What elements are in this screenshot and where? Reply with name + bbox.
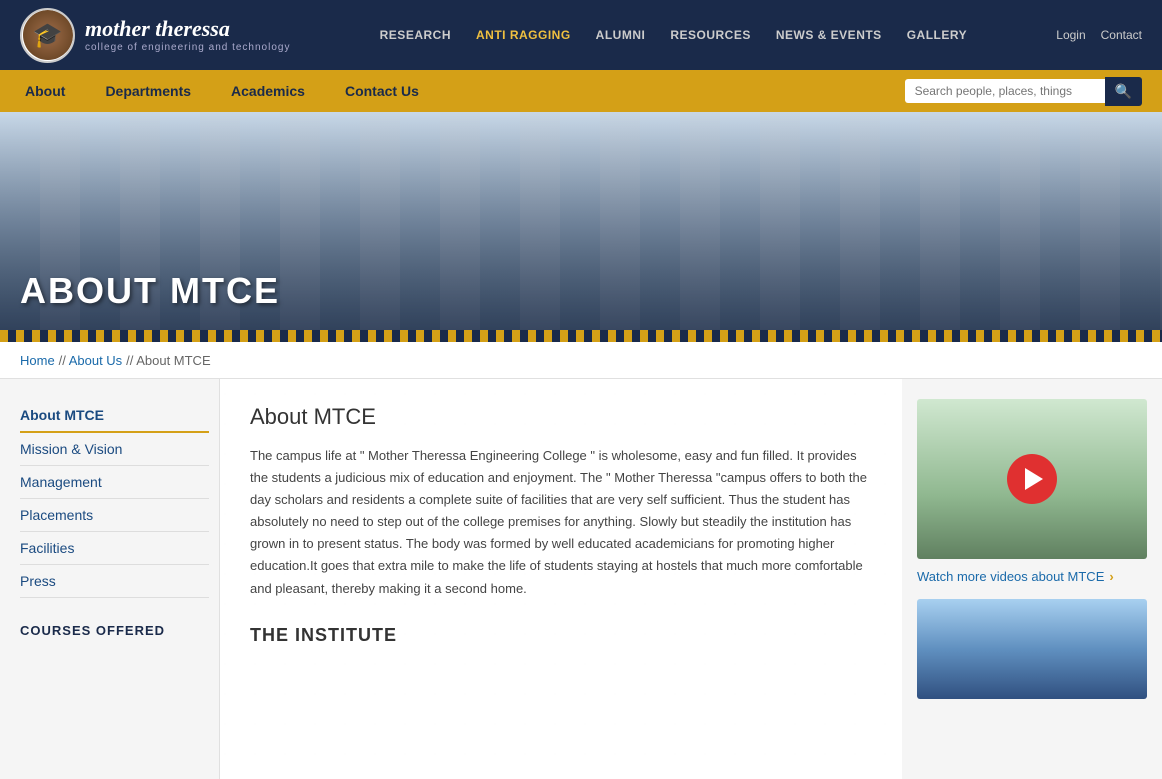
- breadcrumb: Home // About Us // About MTCE: [0, 342, 1162, 379]
- sidebar-item-placements[interactable]: Placements: [20, 499, 209, 532]
- secondary-image: [917, 599, 1147, 699]
- mainnav-about[interactable]: About: [20, 73, 70, 109]
- sidebar-item-press[interactable]: Press: [20, 565, 209, 598]
- sidebar-link-mission[interactable]: Mission & Vision: [20, 433, 209, 466]
- main-nav-links: About Departments Academics Contact Us: [20, 73, 424, 109]
- sidebar-link-about-mtce[interactable]: About MTCE: [20, 399, 209, 433]
- nav-news-events[interactable]: NEWS & EVENTS: [776, 28, 882, 42]
- breadcrumb-sep1: //: [59, 353, 69, 368]
- sidebar-menu: About MTCE Mission & Vision Management P…: [20, 399, 209, 598]
- top-right-links: Login Contact: [1056, 28, 1142, 42]
- logo-area: 🎓 mother theressa college of engineering…: [20, 8, 290, 63]
- courses-header: COURSES OFFERED: [20, 623, 209, 638]
- page-title: About MTCE: [250, 404, 872, 430]
- logo-text: mother theressa college of engineering a…: [85, 16, 290, 54]
- breadcrumb-current: About MTCE: [136, 353, 210, 368]
- nav-gallery[interactable]: GALLERY: [907, 28, 967, 42]
- play-button[interactable]: [1007, 454, 1057, 504]
- sidebar-item-management[interactable]: Management: [20, 466, 209, 499]
- logo-icon: 🎓: [20, 8, 75, 63]
- sidebar-item-mission[interactable]: Mission & Vision: [20, 433, 209, 466]
- search-button[interactable]: 🔍: [1105, 77, 1142, 106]
- hero-title: ABOUT MTCE: [20, 270, 280, 312]
- video-link-text: Watch more videos about MTCE: [917, 569, 1104, 584]
- sidebar-item-facilities[interactable]: Facilities: [20, 532, 209, 565]
- nav-research[interactable]: RESEARCH: [380, 28, 451, 42]
- sidebar-link-management[interactable]: Management: [20, 466, 209, 499]
- main-navigation: About Departments Academics Contact Us 🔍: [0, 70, 1162, 112]
- mainnav-departments[interactable]: Departments: [100, 73, 196, 109]
- nav-alumni[interactable]: ALUMNI: [596, 28, 646, 42]
- section-title: THE INSTITUTE: [250, 625, 872, 646]
- sidebar-link-facilities[interactable]: Facilities: [20, 532, 209, 565]
- logo-tagline: college of engineering and technology: [85, 42, 290, 54]
- page-body: The campus life at " Mother Theressa Eng…: [250, 445, 872, 600]
- logo-name: mother theressa: [85, 16, 290, 42]
- contact-link[interactable]: Contact: [1101, 28, 1142, 42]
- breadcrumb-home[interactable]: Home: [20, 353, 55, 368]
- hero-banner: ABOUT MTCE: [0, 112, 1162, 342]
- left-sidebar: About MTCE Mission & Vision Management P…: [0, 379, 220, 779]
- content-area: About MTCE Mission & Vision Management P…: [0, 379, 1162, 779]
- breadcrumb-about-us[interactable]: About Us: [69, 353, 122, 368]
- nav-resources[interactable]: RESOURCES: [670, 28, 751, 42]
- nav-anti-ragging[interactable]: ANTI RAGGING: [476, 28, 571, 42]
- main-content: About MTCE The campus life at " Mother T…: [220, 379, 902, 779]
- chevron-right-icon: ›: [1109, 569, 1113, 584]
- sidebar-item-about-mtce[interactable]: About MTCE: [20, 399, 209, 433]
- breadcrumb-sep2: //: [126, 353, 136, 368]
- search-box: 🔍: [905, 77, 1142, 106]
- video-thumbnail[interactable]: [917, 399, 1147, 559]
- mainnav-contact[interactable]: Contact Us: [340, 73, 424, 109]
- top-bar: 🎓 mother theressa college of engineering…: [0, 0, 1162, 70]
- logo-image: 🎓: [23, 10, 73, 60]
- top-navigation: RESEARCH ANTI RAGGING ALUMNI RESOURCES N…: [380, 28, 967, 42]
- video-link[interactable]: Watch more videos about MTCE ›: [917, 569, 1147, 584]
- mainnav-academics[interactable]: Academics: [226, 73, 310, 109]
- search-input[interactable]: [905, 79, 1105, 103]
- right-sidebar: Watch more videos about MTCE ›: [902, 379, 1162, 779]
- hero-stripe: [0, 330, 1162, 342]
- sidebar-link-placements[interactable]: Placements: [20, 499, 209, 532]
- login-link[interactable]: Login: [1056, 28, 1085, 42]
- sidebar-link-press[interactable]: Press: [20, 565, 209, 598]
